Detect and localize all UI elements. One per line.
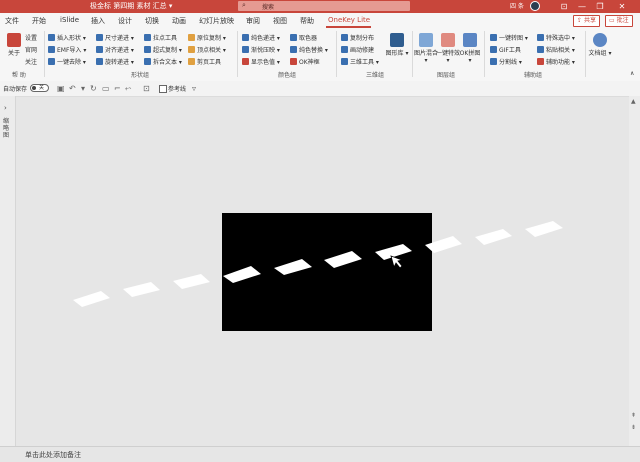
tile[interactable] <box>223 266 261 283</box>
tile[interactable] <box>274 259 312 275</box>
tile[interactable] <box>425 236 462 253</box>
notes-placeholder: 单击此处添加备注 <box>25 451 81 459</box>
tile[interactable] <box>525 221 563 237</box>
tile[interactable] <box>475 229 512 245</box>
tile[interactable] <box>324 251 362 268</box>
tile[interactable] <box>173 274 210 289</box>
tile[interactable] <box>123 282 160 297</box>
tile[interactable] <box>73 291 110 307</box>
tile-path-layer <box>73 221 563 307</box>
notes-bar[interactable]: 单击此处添加备注 <box>0 446 640 462</box>
move-cursor-icon <box>390 255 404 269</box>
